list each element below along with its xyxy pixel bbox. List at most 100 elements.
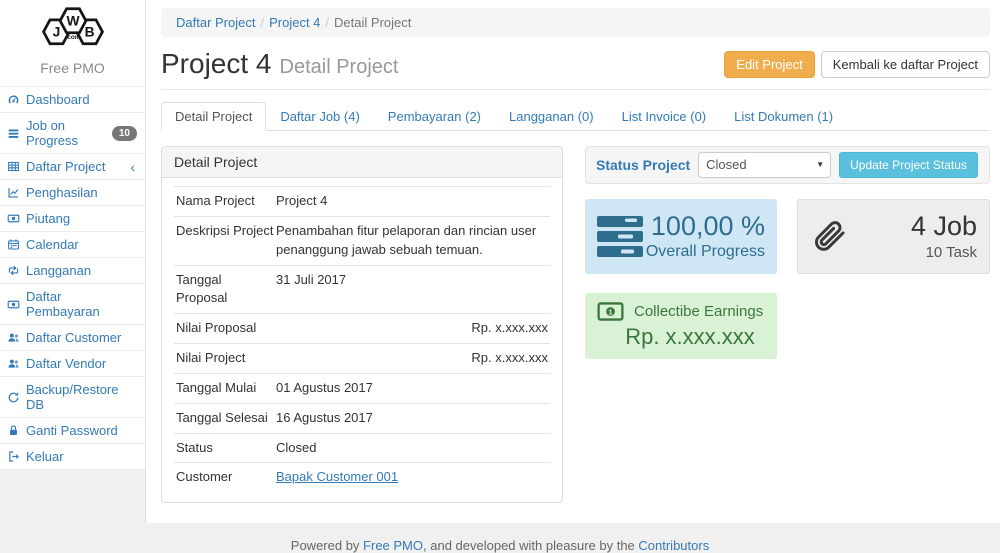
overall-progress-value: 100,00 %: [643, 212, 765, 242]
page: J W B .com Free PMO Dashboard Job on Pro…: [0, 0, 1000, 523]
sidebar-item-label: Penghasilan: [26, 185, 98, 200]
row-value: Penambahan fitur pelaporan dan rincian u…: [276, 222, 548, 260]
back-to-project-list-button[interactable]: Kembali ke daftar Project: [821, 51, 990, 78]
tab-detail-project[interactable]: Detail Project: [161, 102, 266, 131]
retweet-icon: [6, 264, 20, 278]
table-row: Nilai Project Rp. x.xxx.xxx: [174, 343, 550, 373]
free-pmo-link[interactable]: Free PMO: [363, 538, 423, 553]
sidebar-item-daftar-pembayaran[interactable]: Daftar Pembayaran: [0, 284, 145, 324]
row-value: Rp. x.xxx.xxx: [276, 349, 548, 368]
tab-pembayaran[interactable]: Pembayaran (2): [374, 102, 495, 131]
logo: J W B .com: [0, 4, 145, 58]
tasks-icon: [597, 216, 643, 257]
table-row: Nilai Proposal Rp. x.xxx.xxx: [174, 313, 550, 343]
logo-letter-j: J: [52, 24, 60, 39]
row-label: Tanggal Proposal: [176, 271, 276, 309]
logo-letter-b: B: [84, 24, 94, 39]
sidebar-item-keluar[interactable]: Keluar: [0, 444, 145, 469]
sidebar-item-label: Dashboard: [26, 92, 90, 107]
right-column: Status Project Closed ▼ Update Project S…: [585, 146, 990, 503]
money-icon: [6, 212, 20, 226]
footer: Powered by Free PMO, and developed with …: [0, 523, 1000, 553]
status-select-value: Closed: [706, 157, 746, 172]
table-row: Tanggal Proposal 31 Juli 2017: [174, 265, 550, 314]
users-icon: [6, 357, 20, 371]
row-label: Nama Project: [176, 192, 276, 211]
project-title: Project 4: [161, 48, 272, 79]
page-subtitle: Detail Project: [280, 56, 399, 78]
row-label: Status: [176, 439, 276, 458]
tab-daftar-job[interactable]: Daftar Job (4): [266, 102, 373, 131]
sidebar-item-job-on-progress[interactable]: Job on Progress 10: [0, 113, 145, 153]
tab-list-invoice[interactable]: List Invoice (0): [608, 102, 721, 131]
breadcrumb: Daftar Project/Project 4/Detail Project: [161, 8, 990, 37]
table-row: Deskripsi Project Penambahan fitur pelap…: [174, 216, 550, 265]
page-title: Project 4 Detail Project: [161, 48, 398, 80]
sign-out-icon: [6, 450, 20, 464]
sidebar-item-label: Daftar Pembayaran: [26, 289, 137, 319]
sidebar-item-piutang[interactable]: Piutang: [0, 206, 145, 231]
breadcrumb-link-daftar-project[interactable]: Daftar Project: [176, 15, 255, 30]
sidebar: J W B .com Free PMO Dashboard Job on Pro…: [0, 0, 145, 470]
footer-text: Powered by: [291, 538, 363, 553]
caret-down-icon: ▼: [816, 160, 824, 169]
sidebar-item-penghasilan[interactable]: Penghasilan: [0, 180, 145, 205]
task-count-label: 10 Task: [848, 244, 977, 261]
sidebar-item-label: Backup/Restore DB: [26, 382, 137, 412]
sidebar-item-label: Daftar Project: [26, 159, 105, 174]
customer-link[interactable]: Bapak Customer 001: [276, 469, 398, 484]
tab-list-dokumen[interactable]: List Dokumen (1): [720, 102, 847, 131]
row-value: Rp. x.xxx.xxx: [276, 319, 548, 338]
job-count-value: 4 Job: [848, 212, 977, 242]
sidebar-item-label: Daftar Customer: [26, 330, 121, 345]
sidebar-item-label: Piutang: [26, 211, 70, 226]
sidebar-item-langganan[interactable]: Langganan: [0, 258, 145, 283]
sidebar-item-dashboard[interactable]: Dashboard: [0, 87, 145, 112]
sidebar-item-calendar[interactable]: Calendar: [0, 232, 145, 257]
status-project-label: Status Project: [596, 157, 690, 173]
update-project-status-button[interactable]: Update Project Status: [839, 152, 978, 178]
row-label: Nilai Project: [176, 349, 276, 368]
sidebar-item-ganti-password[interactable]: Ganti Password: [0, 418, 145, 443]
tab-bar: Detail Project Daftar Job (4) Pembayaran…: [161, 102, 990, 131]
users-icon: [6, 331, 20, 345]
sidebar-item-daftar-project[interactable]: Daftar Project ‹: [0, 154, 145, 179]
brand-name: Free PMO: [0, 58, 145, 86]
edit-project-button[interactable]: Edit Project: [724, 51, 814, 78]
job-count-badge: 10: [112, 126, 137, 141]
breadcrumb-current: Detail Project: [334, 15, 411, 30]
tab-langganan[interactable]: Langganan (0): [495, 102, 608, 131]
overall-progress-label: Overall Progress: [643, 243, 765, 261]
sidebar-item-backup-restore-db[interactable]: Backup/Restore DB: [0, 377, 145, 417]
breadcrumb-separator: /: [320, 15, 334, 30]
banknote-icon: 1: [597, 302, 624, 321]
table-row: Tanggal Selesai 16 Agustus 2017: [174, 403, 550, 433]
table-row: Tanggal Mulai 01 Agustus 2017: [174, 373, 550, 403]
job-count-box: 4 Job 10 Task: [797, 199, 990, 274]
table-row: Status Closed: [174, 433, 550, 463]
dashboard-icon: [6, 93, 20, 107]
paperclip-icon: [810, 215, 848, 259]
row-label: Nilai Proposal: [176, 319, 276, 338]
status-select[interactable]: Closed ▼: [698, 152, 831, 178]
row-label: Deskripsi Project: [176, 222, 276, 260]
refresh-icon: [6, 390, 20, 404]
collectible-earnings-box: 1 Collectibe Earnings Rp. x.xxx.xxx: [585, 293, 777, 359]
logo-com-text: .com: [65, 34, 80, 41]
status-project-panel: Status Project Closed ▼ Update Project S…: [585, 146, 990, 184]
row-value: 01 Agustus 2017: [276, 379, 548, 398]
breadcrumb-separator: /: [255, 15, 269, 30]
contributors-link[interactable]: Contributors: [638, 538, 709, 553]
table-icon: [6, 160, 20, 174]
sidebar-item-label: Daftar Vendor: [26, 356, 106, 371]
row-label: Tanggal Mulai: [176, 379, 276, 398]
page-header: Project 4 Detail Project Edit Project Kem…: [161, 48, 990, 90]
sidebar-item-label: Job on Progress: [26, 118, 100, 148]
logo-letter-w: W: [66, 13, 80, 28]
sidebar-item-daftar-vendor[interactable]: Daftar Vendor: [0, 351, 145, 376]
sidebar-item-label: Ganti Password: [26, 423, 118, 438]
sidebar-item-daftar-customer[interactable]: Daftar Customer: [0, 325, 145, 350]
breadcrumb-link-project-4[interactable]: Project 4: [269, 15, 320, 30]
sidebar-item-label: Calendar: [26, 237, 79, 252]
row-value: 31 Juli 2017: [276, 271, 548, 309]
